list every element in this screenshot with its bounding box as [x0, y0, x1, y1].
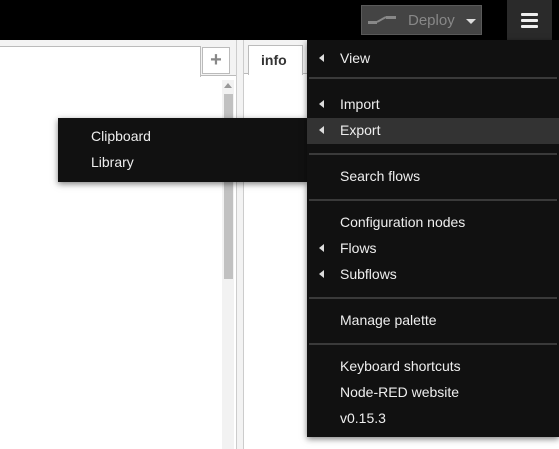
menu-item-label: Export [340, 122, 381, 138]
submenu-arrow-icon [319, 244, 324, 252]
menu-item-label: Configuration nodes [340, 214, 466, 230]
menu-divider [309, 297, 557, 299]
sidebar-resize-handle[interactable] [236, 40, 244, 449]
tab-info[interactable]: info [248, 45, 303, 75]
menu-item-label: Clipboard [91, 128, 151, 144]
deploy-dropdown-caret-icon[interactable] [466, 19, 476, 24]
menu-item-clipboard[interactable]: Clipboard [58, 124, 308, 150]
workspace: + [0, 40, 236, 449]
menu-item-label: Import [340, 96, 380, 112]
menu-item-label: Node-RED website [340, 384, 460, 400]
menu-item-search-flows[interactable]: Search flows [307, 164, 559, 190]
menu-item-label: Manage palette [340, 312, 437, 328]
workspace-tab-bar: + [0, 40, 236, 77]
export-submenu: Clipboard Library [58, 118, 308, 182]
menu-item-label: Keyboard shortcuts [340, 358, 461, 374]
menu-item-export[interactable]: Export [307, 118, 559, 144]
menu-item-manage-palette[interactable]: Manage palette [307, 308, 559, 334]
submenu-arrow-icon [319, 270, 324, 278]
menu-item-label: Flows [340, 240, 377, 256]
menu-item-library[interactable]: Library [58, 150, 308, 176]
add-flow-button[interactable]: + [202, 47, 230, 74]
menu-item-label: Library [91, 154, 134, 170]
scroll-up-icon[interactable] [224, 83, 232, 88]
menu-item-label: View [340, 50, 371, 66]
menu-item-configuration-nodes[interactable]: Configuration nodes [307, 210, 559, 236]
menu-item-node-red-website[interactable]: Node-RED website [307, 380, 559, 406]
menu-item-subflows[interactable]: Subflows [307, 262, 559, 288]
submenu-arrow-icon [319, 54, 324, 62]
deploy-label: Deploy [408, 12, 455, 29]
main-menu: View Import Export Search flows Configur… [307, 40, 559, 437]
header-bar: Deploy [0, 0, 559, 40]
menu-divider [309, 77, 557, 79]
deploy-icon [368, 16, 396, 24]
menu-item-version: v0.15.3 [307, 406, 559, 432]
version-label: v0.15.3 [340, 410, 386, 426]
menu-item-view[interactable]: View [307, 46, 559, 72]
menu-item-label: Subflows [340, 266, 397, 282]
workspace-tab[interactable] [0, 46, 201, 77]
menu-divider [309, 343, 557, 345]
menu-item-label: Search flows [340, 168, 421, 184]
menu-item-flows[interactable]: Flows [307, 236, 559, 262]
submenu-arrow-icon [319, 126, 324, 134]
menu-divider [309, 153, 557, 155]
deploy-button[interactable]: Deploy [361, 5, 482, 35]
menu-divider [309, 199, 557, 201]
menu-item-import[interactable]: Import [307, 92, 559, 118]
menu-item-keyboard-shortcuts[interactable]: Keyboard shortcuts [307, 354, 559, 380]
submenu-arrow-icon [319, 100, 324, 108]
main-menu-button[interactable] [507, 0, 552, 40]
